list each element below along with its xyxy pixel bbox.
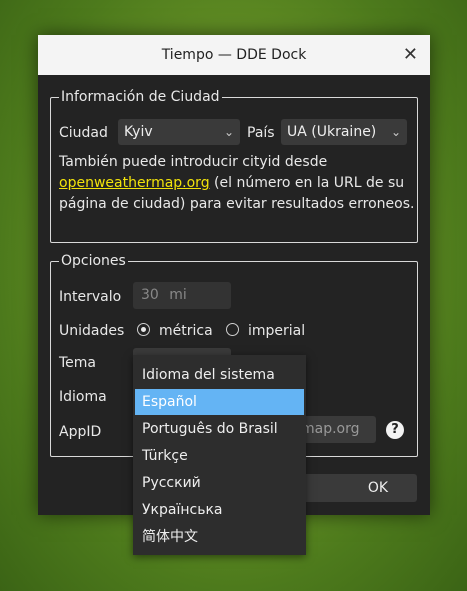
ok-button-label: OK bbox=[367, 480, 389, 496]
description-text: También puede introducir cityid desde bbox=[59, 154, 328, 170]
interval-spinbox[interactable]: 30 mi bbox=[133, 282, 231, 309]
country-label: País bbox=[247, 125, 275, 141]
units-imperial-label[interactable]: imperial bbox=[248, 322, 305, 340]
ok-button[interactable]: OK bbox=[339, 474, 417, 502]
titlebar: Tiempo — DDE Dock ✕ bbox=[38, 35, 430, 75]
language-option[interactable]: 简体中文 bbox=[135, 524, 304, 550]
cityid-description: También puede introducir cityid desde op… bbox=[59, 152, 419, 215]
language-dropdown-list: Idioma del sistema Español Português do … bbox=[133, 355, 306, 555]
interval-value: 30 bbox=[141, 287, 159, 303]
close-icon[interactable]: ✕ bbox=[403, 35, 418, 75]
interval-unit: mi bbox=[169, 287, 187, 303]
city-info-legend: Información de Ciudad bbox=[59, 88, 222, 106]
chevron-down-icon: ⌄ bbox=[390, 125, 401, 139]
appid-value: map.org bbox=[301, 421, 360, 437]
interval-label: Intervalo bbox=[59, 289, 122, 305]
units-metric-radio[interactable] bbox=[137, 323, 150, 336]
language-option[interactable]: Türkçe bbox=[135, 443, 304, 469]
country-combobox[interactable]: UA (Ukraine) ⌄ bbox=[281, 119, 407, 145]
city-value: Kyiv bbox=[124, 124, 153, 140]
options-legend: Opciones bbox=[59, 252, 128, 270]
country-value: UA (Ukraine) bbox=[287, 124, 377, 140]
city-label: Ciudad bbox=[59, 125, 108, 141]
language-label: Idioma bbox=[59, 389, 107, 405]
city-combobox[interactable]: Kyiv ⌄ bbox=[118, 119, 240, 145]
language-option[interactable]: Idioma del sistema bbox=[135, 362, 304, 388]
language-option-selected[interactable]: Español bbox=[135, 389, 304, 415]
units-imperial-radio[interactable] bbox=[226, 323, 239, 336]
theme-label: Tema bbox=[59, 355, 97, 371]
help-icon[interactable]: ? bbox=[386, 421, 404, 439]
language-option[interactable]: Português do Brasil bbox=[135, 416, 304, 442]
units-label: Unidades bbox=[59, 323, 125, 339]
window-title: Tiempo — DDE Dock bbox=[161, 47, 307, 63]
appid-label: AppID bbox=[59, 424, 102, 440]
openweathermap-link[interactable]: openweathermap.org bbox=[59, 175, 210, 191]
chevron-down-icon: ⌄ bbox=[223, 125, 234, 139]
language-option[interactable]: Українська bbox=[135, 497, 304, 523]
language-option[interactable]: Русский bbox=[135, 470, 304, 496]
units-metric-label[interactable]: métrica bbox=[159, 322, 213, 340]
